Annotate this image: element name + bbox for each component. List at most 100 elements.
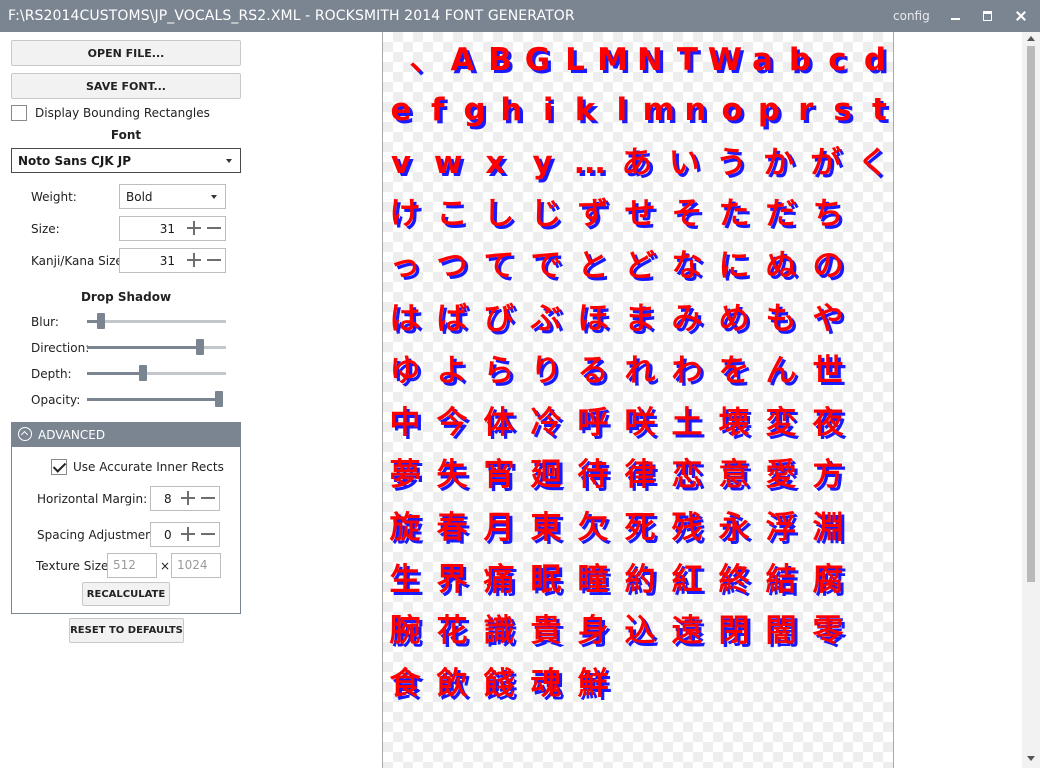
glyph-cell: 今 [436,405,468,441]
glyph-cell: ゆ [389,353,421,389]
glyph-cell: や [812,301,844,337]
glyph-cell: い [668,145,700,181]
glyph-cell: ば [436,301,468,337]
glyph-cell: だ [765,196,797,232]
slider-track [87,320,226,323]
maximize-icon[interactable] [972,4,1002,28]
direction-slider[interactable] [87,337,226,357]
glyph-cell: 死 [624,510,656,546]
opacity-slider[interactable] [87,389,223,409]
scroll-down-icon[interactable] [1027,756,1035,761]
glyph-cell: 約 [624,562,656,598]
config-link[interactable]: config [893,9,930,23]
slider-thumb[interactable] [215,391,223,407]
advanced-heading: ADVANCED [38,428,106,442]
glyph-cell: y [532,145,553,181]
recalculate-button[interactable]: RECALCULATE [82,582,170,606]
glyph-cell: 零 [812,613,844,649]
minimize-icon[interactable] [940,4,970,28]
minus-icon[interactable] [207,221,221,235]
collapse-icon[interactable] [18,427,32,441]
glyph-cell: わ [671,353,703,389]
blur-slider[interactable] [87,311,226,331]
glyph-cell: 貴 [530,613,562,649]
slider-thumb[interactable] [139,365,147,381]
plus-icon[interactable] [181,491,195,505]
save-font-button[interactable]: SAVE FONT... [11,73,241,99]
advanced-section: ADVANCED Use Accurate Inner Rects Horizo… [11,422,241,614]
size-stepper[interactable]: 31 [119,216,226,241]
horizontal-margin-label: Horizontal Margin: [37,492,148,506]
font-select[interactable]: Noto Sans CJK JP [11,148,241,173]
glyph-cell: じ [530,196,562,232]
glyph-cell: み [671,301,703,337]
scroll-up-icon[interactable] [1027,36,1035,41]
texture-size-label: Texture Size: [36,559,113,573]
glyph-cell: 体 [483,405,515,441]
glyph-cell: 東 [530,510,562,546]
reset-defaults-button[interactable]: RESET TO DEFAULTS [69,618,184,643]
horizontal-margin-stepper[interactable]: 8 [150,486,220,511]
texture-height-field: 1024 [171,553,221,578]
size-value: 31 [159,222,175,236]
glyph-cell: 眠 [530,562,562,598]
size-label: Size: [31,222,60,236]
chevron-down-icon [211,195,217,199]
close-icon[interactable] [1006,4,1036,28]
glyph-cell: あ [621,145,653,181]
minus-icon[interactable] [201,527,215,541]
slider-thumb[interactable] [97,313,105,329]
scroll-thumb[interactable] [1027,46,1035,582]
slider-fill [87,398,219,401]
accurate-inner-checkbox[interactable] [51,459,67,475]
glyph-cell: く [857,145,889,181]
minus-icon[interactable] [201,491,215,505]
glyph-cell: を [718,353,750,389]
glyph-cell: x [485,145,506,181]
advanced-header[interactable]: ADVANCED [12,423,240,447]
glyph-cell: 結 [765,562,797,598]
minus-icon[interactable] [207,253,221,267]
display-bounding-checkbox[interactable] [11,105,27,121]
glyph-cell: ち [812,196,844,232]
glyph-cell: 紅 [671,562,703,598]
kanji-size-value: 31 [159,254,175,268]
slider-thumb[interactable] [196,339,204,355]
glyph-cell: 宵 [483,457,515,493]
spacing-adjustment-stepper[interactable]: 0 [150,522,220,547]
glyph-cell: た [718,196,750,232]
glyph-cell: d [863,42,887,78]
glyph-cell: 腕 [389,613,421,649]
glyph-cell: 界 [436,562,468,598]
glyph-cell: v [390,145,412,181]
depth-label: Depth: [31,367,72,381]
glyph-cell: め [718,301,750,337]
plus-icon[interactable] [187,221,201,235]
glyph-cell: 浮 [765,510,797,546]
weight-select[interactable]: Bold [119,184,226,209]
glyph-cell: と [577,248,609,284]
glyph-cell: り [530,353,562,389]
slider-fill [87,372,143,375]
kanji-size-stepper[interactable]: 31 [119,248,226,273]
spacing-adjustment-value: 0 [164,528,172,542]
glyph-cell: w [433,145,463,181]
depth-slider[interactable] [87,363,226,383]
glyph-cell: 欠 [577,510,609,546]
glyph-cell: ら [483,353,515,389]
glyph-cell: 遠 [671,613,703,649]
plus-icon[interactable] [187,253,201,267]
open-file-button[interactable]: OPEN FILE... [11,40,241,66]
glyph-cell: 律 [624,457,656,493]
glyph-cell: 闇 [765,613,797,649]
horizontal-margin-value: 8 [164,492,172,506]
plus-icon[interactable] [181,527,195,541]
glyph-cell: ま [624,301,656,337]
glyph-cell: け [389,196,421,232]
kanji-size-label: Kanji/Kana Size: [31,254,127,268]
glyph-cell: ん [765,353,797,389]
glyph-cell: 咲 [624,405,656,441]
vertical-scrollbar[interactable] [1022,32,1040,768]
glyph-cell: 識 [483,613,515,649]
glyph-cell: 世 [812,353,844,389]
